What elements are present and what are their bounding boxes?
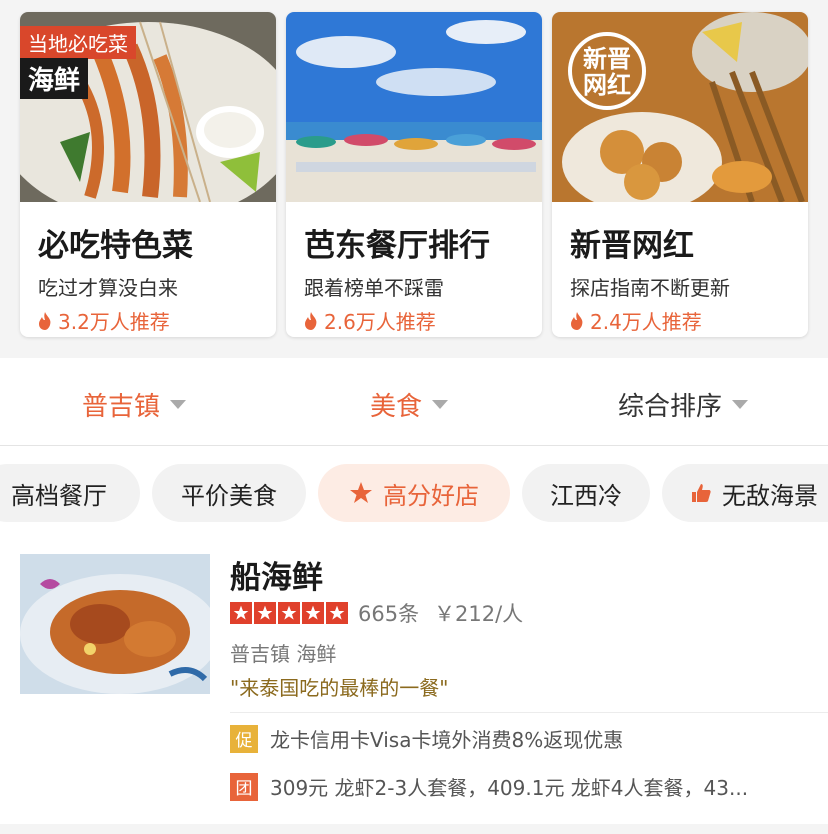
card-new-trending[interactable]: 新晋 网红 新晋网红 探店指南不断更新 2.4万人推荐 [552, 12, 808, 337]
star-icon [230, 602, 252, 624]
card-recommend: 2.6万人推荐 [304, 306, 436, 335]
card-title: 芭东餐厅排行 [304, 228, 490, 264]
recommend-count: 2.4万人推荐 [590, 310, 702, 334]
flame-icon [571, 311, 583, 330]
flame-icon [305, 311, 317, 330]
card-title: 必吃特色菜 [38, 228, 193, 264]
chip-label: 江西冷 [550, 481, 622, 510]
star-icon [350, 482, 372, 503]
chip-label: 高分好店 [383, 481, 479, 510]
card-title: 新晋网红 [570, 228, 694, 264]
star-icon [254, 602, 276, 624]
stamp-line-1: 新晋 [583, 45, 631, 73]
filter-location[interactable]: 普吉镇 [82, 386, 187, 423]
seafood-tag: 海鲜 [20, 58, 89, 99]
review-count: 665条 [358, 602, 420, 626]
filter-location-label: 普吉镇 [82, 392, 161, 422]
stamp-line-2: 网红 [583, 71, 631, 99]
chip-label: 高档餐厅 [11, 481, 107, 510]
quick-filter-chips: 高档餐厅 平价美食 高分好店 江西冷 无敌海景 [0, 446, 828, 540]
filter-sort[interactable]: 综合排序 [618, 386, 749, 423]
chip-high-rated[interactable]: 高分好店 [318, 464, 510, 522]
recommendation-section: 当地必吃菜 海鲜 必吃特色菜 吃过才算没白来 3.2万人推荐 芭东餐厅排行 跟着… [0, 0, 828, 358]
star-icon [278, 602, 300, 624]
flame-icon [39, 311, 51, 330]
rating-stars [230, 602, 348, 624]
local-must-eat-tag: 当地必吃菜 [20, 26, 136, 59]
beach-photo [286, 12, 542, 202]
filter-category-label: 美食 [370, 392, 423, 422]
recommend-count: 3.2万人推荐 [58, 310, 170, 334]
divider [230, 712, 828, 713]
filter-bar: 普吉镇 美食 综合排序 [0, 358, 828, 446]
new-trending-stamp-icon: 新晋 网红 [568, 32, 646, 110]
star-icon [302, 602, 324, 624]
promo-text: 龙卡信用卡Visa卡境外消费8%返现优惠 [270, 728, 624, 752]
card-must-eat[interactable]: 当地必吃菜 海鲜 必吃特色菜 吃过才算没白来 3.2万人推荐 [20, 12, 276, 337]
section-separator [0, 824, 828, 834]
card-subtitle: 探店指南不断更新 [570, 276, 730, 300]
recommend-count: 2.6万人推荐 [324, 310, 436, 334]
chip-label: 平价美食 [181, 481, 277, 510]
chip-affordable[interactable]: 平价美食 [152, 464, 306, 522]
chip-label: 无敌海景 [722, 481, 818, 510]
group-deal-offer[interactable]: 团 309元 龙虾2-3人套餐，409.1元 龙虾4人套餐，43... [230, 772, 748, 801]
caret-down-icon [432, 400, 449, 409]
card-subtitle: 跟着榜单不踩雷 [304, 276, 444, 300]
card-patong-ranking[interactable]: 芭东餐厅排行 跟着榜单不踩雷 2.6万人推荐 [286, 12, 542, 337]
card-recommend: 3.2万人推荐 [38, 306, 170, 335]
caret-down-icon [170, 400, 187, 409]
price-per-person: ￥212/人 [434, 602, 524, 626]
area-and-cuisine: 普吉镇 海鲜 [230, 642, 337, 666]
restaurant-thumbnail [20, 554, 210, 694]
thumbs-up-icon [692, 484, 711, 502]
star-icon [326, 602, 348, 624]
card-subtitle: 吃过才算没白来 [38, 276, 178, 300]
caret-down-icon [732, 400, 749, 409]
chip-jiangxi-leng[interactable]: 江西冷 [522, 464, 650, 522]
restaurant-name: 船海鲜 [230, 560, 323, 596]
restaurant-listing[interactable]: 船海鲜 665条 ￥212/人 普吉镇 海鲜 "来泰国吃的最棒的一餐" 促 龙卡… [0, 540, 828, 834]
promotion-badge: 促 [230, 724, 258, 753]
promo-text: 309元 龙虾2-3人套餐，409.1元 龙虾4人套餐，43... [270, 776, 749, 800]
group-deal-badge: 团 [230, 772, 258, 801]
chip-sea-view[interactable]: 无敌海景 [662, 464, 828, 522]
card-recommend: 2.4万人推荐 [570, 306, 702, 335]
review-quote: "来泰国吃的最棒的一餐" [230, 676, 449, 700]
chip-high-end[interactable]: 高档餐厅 [0, 464, 140, 522]
promo-offer[interactable]: 促 龙卡信用卡Visa卡境外消费8%返现优惠 [230, 724, 623, 753]
filter-sort-label: 综合排序 [618, 392, 723, 422]
filter-category[interactable]: 美食 [370, 386, 449, 423]
